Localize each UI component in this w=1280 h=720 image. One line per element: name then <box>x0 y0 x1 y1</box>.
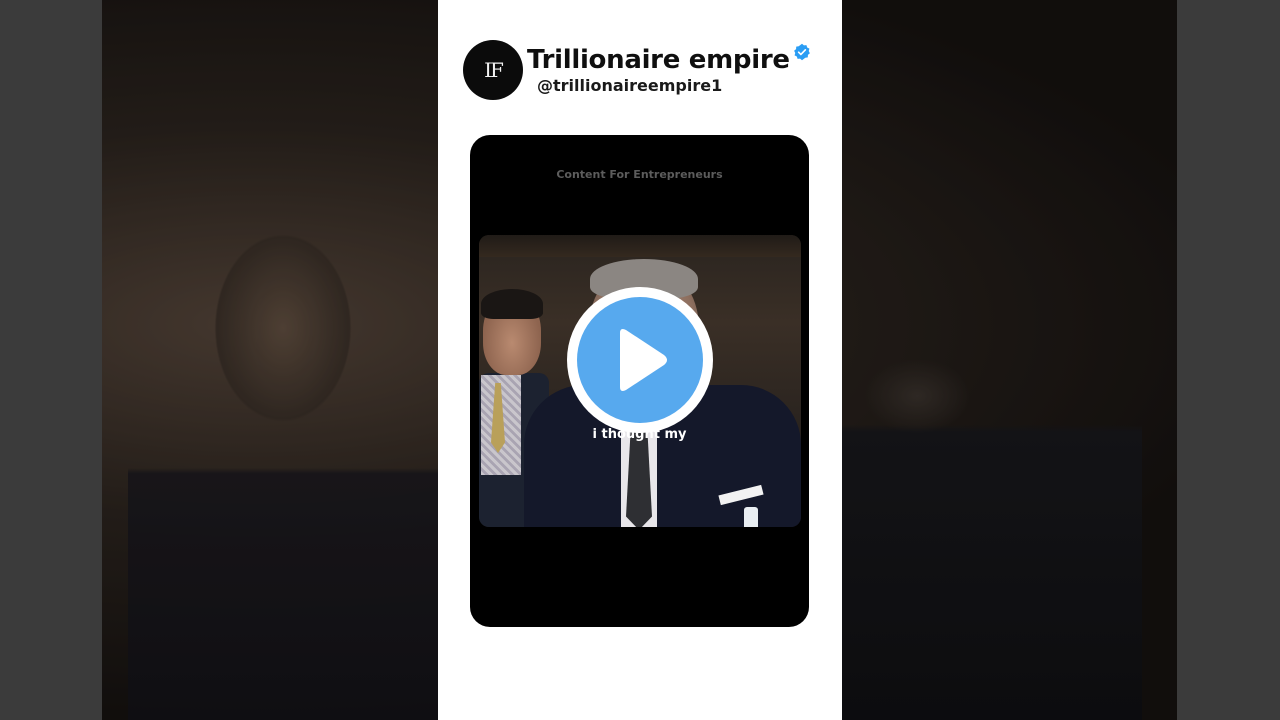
side-bar-right <box>1177 0 1280 720</box>
play-icon <box>620 329 667 391</box>
water-bottle <box>744 507 758 527</box>
frame-background-wall <box>479 235 801 257</box>
avatar-monogram: IF <box>484 58 504 82</box>
channel-avatar[interactable]: IF <box>463 40 523 100</box>
channel-handle[interactable]: @trillionaireempire1 <box>537 76 722 95</box>
channel-name[interactable]: Trillionaire empire <box>527 40 790 80</box>
play-button[interactable] <box>567 287 713 433</box>
channel-name-row: Trillionaire empire <box>527 40 811 80</box>
side-bar-left <box>0 0 102 720</box>
video-top-caption: Content For Entrepreneurs <box>556 168 723 181</box>
verified-badge-icon <box>793 43 810 61</box>
play-button-circle <box>577 297 703 423</box>
